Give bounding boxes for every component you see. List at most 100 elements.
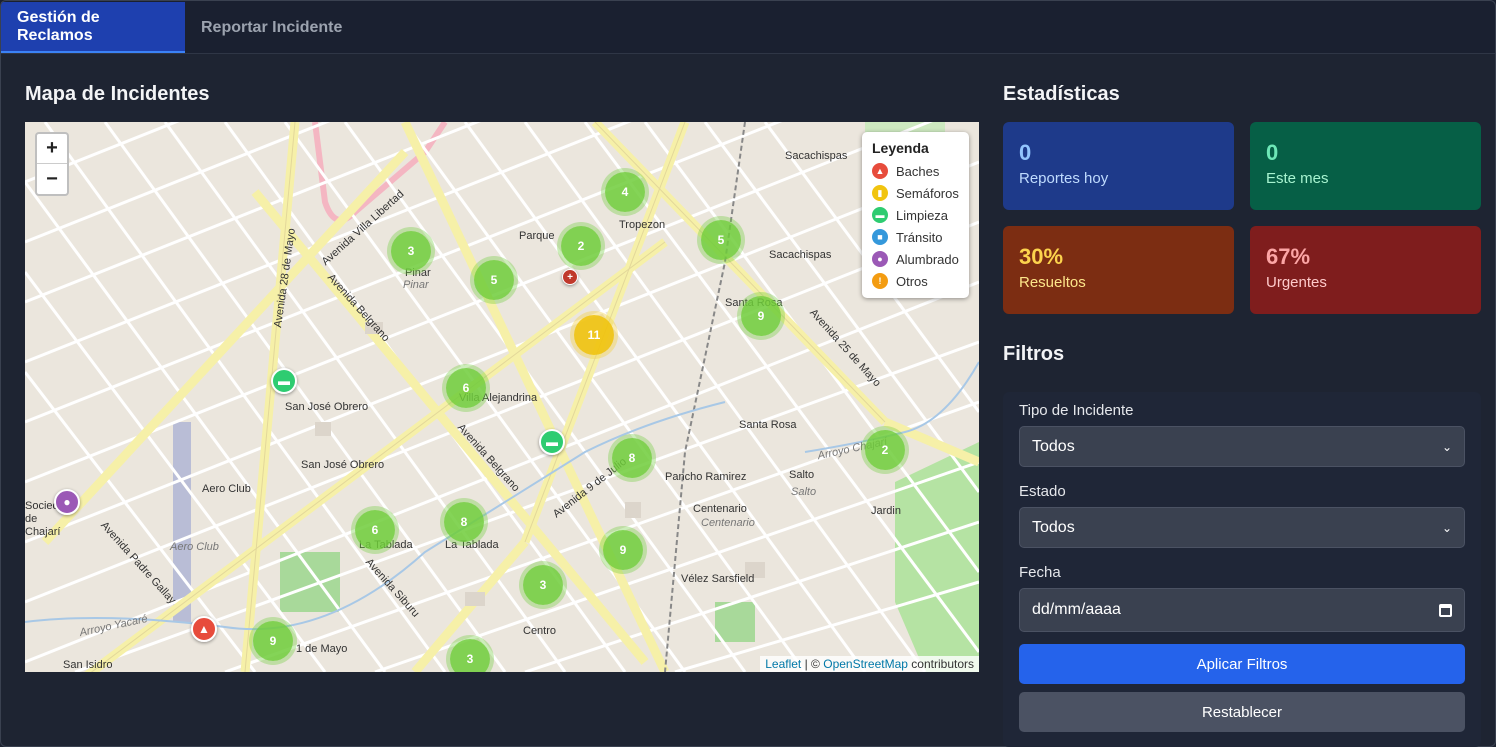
bulb-icon: ●: [872, 251, 888, 267]
place-label: Jardin: [871, 505, 901, 517]
legend-label: Semáforos: [896, 185, 959, 201]
tab-gestion-reclamos[interactable]: Gestión de Reclamos: [1, 2, 185, 53]
place-label: 1 de Mayo: [296, 643, 348, 655]
place-label: Sacachispas: [785, 150, 848, 162]
legend-label: Alumbrado: [896, 251, 959, 267]
attribution-suffix: contributors: [911, 657, 974, 671]
place-label: San José Obrero: [301, 459, 385, 471]
legend-label: Otros: [896, 273, 928, 289]
map-title: Mapa de Incidentes: [25, 83, 210, 105]
stat-card-reportes-hoy: 0 Reportes hoy: [1003, 122, 1234, 210]
filters-title: Filtros: [1003, 343, 1065, 365]
marker-cluster[interactable]: 9: [603, 530, 643, 570]
incident-map[interactable]: Parque Tropezon Pinar Pinar Sacachispas …: [25, 122, 979, 672]
car-icon: ■: [872, 229, 888, 245]
legend-item-otros: ! Otros: [872, 270, 959, 292]
reset-button[interactable]: Restablecer: [1019, 692, 1465, 732]
place-label: Centro: [523, 625, 557, 637]
marker-cluster[interactable]: 3: [523, 565, 563, 605]
marker-cluster[interactable]: 11: [574, 315, 614, 355]
traffic-light-icon: ▮: [872, 185, 888, 201]
trash-icon: ▬: [872, 207, 888, 223]
legend-item-alumbrado: ● Alumbrado: [872, 248, 959, 270]
place-label: Salto: [789, 469, 815, 481]
select-value: Todos: [1032, 437, 1075, 455]
place-label: La Tablada: [445, 539, 499, 551]
tab-bar: Gestión de Reclamos Reportar Incidente: [0, 0, 1496, 54]
legend-item-limpieza: ▬ Limpieza: [872, 204, 959, 226]
stat-value: 30%: [1019, 244, 1064, 269]
type-label: Tipo de Incidente: [1019, 402, 1134, 419]
leaflet-link[interactable]: Leaflet: [765, 657, 801, 671]
place-label: Aero Club: [202, 483, 251, 495]
date-label: Fecha: [1019, 564, 1061, 581]
state-label: Estado: [1019, 483, 1066, 500]
place-label: Tropezon: [619, 219, 666, 231]
map-attribution: Leaflet | © OpenStreetMap contributors: [760, 656, 979, 672]
marker-cluster[interactable]: 2: [865, 430, 905, 470]
place-label: Centenario: [701, 517, 755, 529]
marker-cluster[interactable]: 8: [612, 438, 652, 478]
legend-label: Tránsito: [896, 229, 943, 245]
legend-item-baches: ▲ Baches: [872, 160, 959, 182]
stat-label: Resueltos: [1019, 274, 1086, 291]
trash-icon[interactable]: ▬: [539, 429, 565, 455]
legend-item-transito: ■ Tránsito: [872, 226, 959, 248]
tab-reportar-incidente[interactable]: Reportar Incidente: [185, 2, 358, 53]
stat-value: 0: [1266, 140, 1279, 165]
place-label: Centenario: [693, 503, 747, 515]
attribution-separator: | ©: [804, 657, 820, 671]
place-label: Salto: [791, 486, 817, 498]
marker-cluster[interactable]: 8: [444, 502, 484, 542]
stat-value: 67%: [1266, 244, 1311, 269]
legend-label: Limpieza: [896, 207, 949, 223]
zoom-control: + −: [35, 132, 69, 196]
pothole-icon: ▲: [872, 163, 888, 179]
marker-cluster[interactable]: 9: [741, 296, 781, 336]
trash-icon[interactable]: ▬: [271, 368, 297, 394]
marker-cluster[interactable]: 6: [355, 510, 395, 550]
place-label: Parque: [519, 230, 555, 242]
date-input[interactable]: dd/mm/aaaa: [1019, 588, 1465, 632]
warning-icon: !: [872, 273, 888, 289]
stat-card-resueltos: 30% Resueltos: [1003, 226, 1234, 314]
apply-filters-button[interactable]: Aplicar Filtros: [1019, 644, 1465, 684]
select-value: Todos: [1032, 518, 1075, 536]
hospital-icon: +: [562, 269, 578, 285]
place-label: Sacachispas: [769, 249, 832, 261]
place-label: Pinar: [403, 279, 429, 291]
zoom-out-button[interactable]: −: [37, 164, 67, 194]
marker-cluster[interactable]: 2: [561, 226, 601, 266]
stat-value: 0: [1019, 140, 1032, 165]
marker-cluster[interactable]: 3: [391, 231, 431, 271]
stats-title: Estadísticas: [1003, 83, 1120, 105]
legend-label: Baches: [896, 163, 940, 179]
pothole-icon[interactable]: ▲: [191, 616, 217, 642]
stat-card-este-mes: 0 Este mes: [1250, 122, 1481, 210]
stat-label: Reportes hoy: [1019, 170, 1109, 187]
osm-link[interactable]: OpenStreetMap: [823, 657, 908, 671]
stat-label: Urgentes: [1266, 274, 1327, 291]
calendar-icon[interactable]: [1439, 603, 1452, 617]
marker-cluster[interactable]: 9: [253, 621, 293, 661]
place-label: Pancho Ramirez: [665, 471, 747, 483]
stat-card-urgentes: 67% Urgentes: [1250, 226, 1481, 314]
incident-type-select[interactable]: Todos ⌄: [1019, 426, 1465, 467]
place-label: Vélez Sarsfield: [681, 573, 755, 585]
date-placeholder: dd/mm/aaaa: [1032, 601, 1121, 618]
zoom-in-button[interactable]: +: [37, 134, 67, 164]
marker-cluster[interactable]: 3: [450, 639, 490, 672]
place-label: Santa Rosa: [739, 419, 797, 431]
place-label: Aero Club: [170, 541, 219, 553]
chevron-down-icon: ⌄: [1441, 520, 1452, 535]
marker-cluster[interactable]: 6: [446, 368, 486, 408]
place-label: San José Obrero: [285, 401, 369, 413]
marker-cluster[interactable]: 5: [701, 220, 741, 260]
state-select[interactable]: Todos ⌄: [1019, 507, 1465, 548]
marker-cluster[interactable]: 4: [605, 172, 645, 212]
chevron-down-icon: ⌄: [1441, 439, 1452, 454]
legend-item-semaforos: ▮ Semáforos: [872, 182, 959, 204]
marker-cluster[interactable]: 5: [474, 260, 514, 300]
place-label: San Isidro: [63, 659, 113, 671]
bulb-icon[interactable]: ●: [54, 489, 80, 515]
